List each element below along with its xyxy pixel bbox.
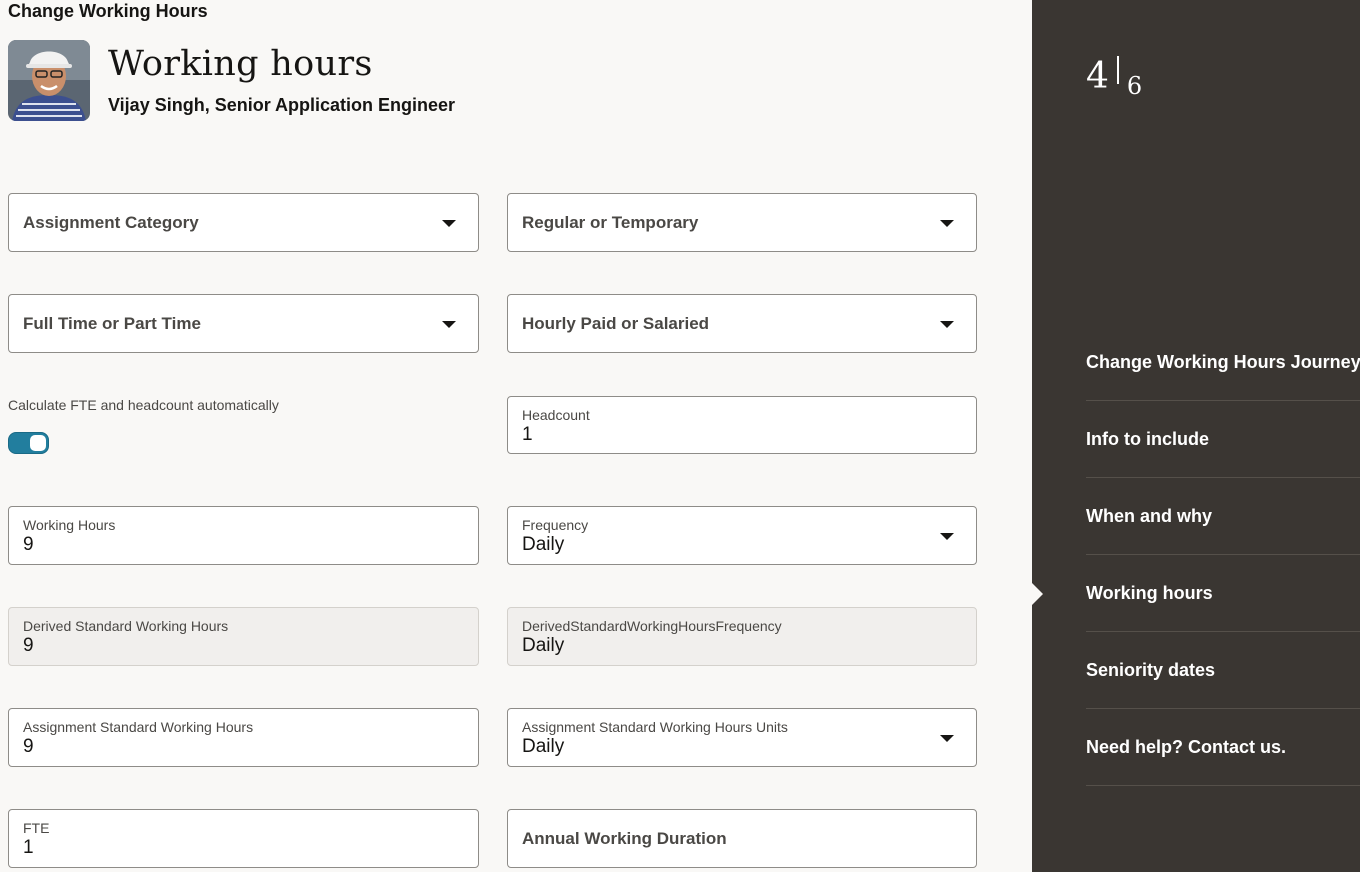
fte-value: 1 bbox=[23, 837, 34, 858]
working-hours-value: 9 bbox=[23, 534, 34, 555]
step-current: 4 bbox=[1086, 56, 1109, 97]
avatar bbox=[8, 40, 90, 121]
full-or-part-time-placeholder: Full Time or Part Time bbox=[23, 314, 201, 333]
nav-item-need-help[interactable]: Need help? Contact us. bbox=[1086, 709, 1360, 786]
nav-item-change-working-hours-journey[interactable]: Change Working Hours Journey bbox=[1086, 324, 1360, 401]
calculate-fte-label: Calculate FTE and headcount automaticall… bbox=[8, 397, 279, 413]
page-title: Working hours bbox=[108, 44, 373, 84]
chevron-down-icon bbox=[940, 321, 954, 328]
assignment-standard-working-hours-label: Assignment Standard Working Hours bbox=[23, 719, 254, 735]
nav-item-seniority-dates[interactable]: Seniority dates bbox=[1086, 632, 1360, 709]
derived-standard-working-hours-frequency-label: DerivedStandardWorkingHoursFrequency bbox=[522, 618, 782, 634]
step-total: 6 bbox=[1126, 72, 1143, 100]
derived-standard-working-hours-frequency-field: DerivedStandardWorkingHoursFrequency Dai… bbox=[507, 607, 977, 666]
working-hours-label: Working Hours bbox=[23, 517, 116, 533]
headcount-field[interactable]: Headcount 1 bbox=[507, 396, 977, 454]
chevron-down-icon bbox=[442, 321, 456, 328]
assignment-standard-working-hours-units-value: Daily bbox=[522, 736, 565, 757]
avatar-photo bbox=[8, 40, 90, 121]
chevron-down-icon bbox=[442, 220, 456, 227]
assignment-standard-working-hours-value: 9 bbox=[23, 736, 34, 757]
assignment-category-select[interactable]: Assignment Category bbox=[8, 193, 479, 252]
step-indicator: 46 bbox=[1086, 56, 1142, 100]
derived-standard-working-hours-value: 9 bbox=[23, 635, 34, 656]
journey-nav: Change Working Hours Journey Info to inc… bbox=[1086, 324, 1360, 786]
calculate-fte-toggle[interactable] bbox=[8, 432, 49, 454]
nav-item-working-hours[interactable]: Working hours bbox=[1086, 555, 1360, 632]
page-heading: Change Working Hours bbox=[8, 1, 208, 21]
chevron-down-icon bbox=[940, 220, 954, 227]
annual-working-duration-placeholder: Annual Working Duration bbox=[522, 829, 727, 848]
hourly-or-salaried-placeholder: Hourly Paid or Salaried bbox=[522, 314, 710, 333]
assignment-standard-working-hours-field[interactable]: Assignment Standard Working Hours 9 bbox=[8, 708, 479, 767]
nav-item-info-to-include[interactable]: Info to include bbox=[1086, 401, 1360, 478]
nav-item-when-and-why[interactable]: When and why bbox=[1086, 478, 1360, 555]
fte-label: FTE bbox=[23, 820, 50, 836]
frequency-select[interactable]: Frequency Daily bbox=[507, 506, 977, 565]
chevron-down-icon bbox=[940, 533, 954, 540]
fte-field[interactable]: FTE 1 bbox=[8, 809, 479, 868]
regular-or-temporary-select[interactable]: Regular or Temporary bbox=[507, 193, 977, 252]
chevron-down-icon bbox=[940, 735, 954, 742]
headcount-label: Headcount bbox=[522, 407, 590, 423]
assignment-category-placeholder: Assignment Category bbox=[23, 213, 199, 232]
toggle-knob bbox=[30, 435, 46, 451]
derived-standard-working-hours-label: Derived Standard Working Hours bbox=[23, 618, 229, 634]
journey-sidebar: 46 Change Working Hours Journey Info to … bbox=[1032, 0, 1360, 872]
assignment-standard-working-hours-units-select[interactable]: Assignment Standard Working Hours Units … bbox=[507, 708, 977, 767]
full-or-part-time-select[interactable]: Full Time or Part Time bbox=[8, 294, 479, 353]
person-subtitle: Vijay Singh, Senior Application Engineer bbox=[108, 95, 456, 115]
active-step-pointer-icon bbox=[1032, 583, 1043, 605]
frequency-label: Frequency bbox=[522, 517, 589, 533]
regular-or-temporary-placeholder: Regular or Temporary bbox=[522, 213, 699, 232]
derived-standard-working-hours-field: Derived Standard Working Hours 9 bbox=[8, 607, 479, 666]
hourly-or-salaried-select[interactable]: Hourly Paid or Salaried bbox=[507, 294, 977, 353]
annual-working-duration-field[interactable]: Annual Working Duration bbox=[507, 809, 977, 868]
headcount-value: 1 bbox=[522, 424, 533, 445]
frequency-value: Daily bbox=[522, 534, 565, 555]
working-hours-field[interactable]: Working Hours 9 bbox=[8, 506, 479, 565]
assignment-standard-working-hours-units-label: Assignment Standard Working Hours Units bbox=[522, 719, 788, 735]
step-separator bbox=[1116, 56, 1119, 84]
derived-standard-working-hours-frequency-value: Daily bbox=[522, 635, 565, 656]
